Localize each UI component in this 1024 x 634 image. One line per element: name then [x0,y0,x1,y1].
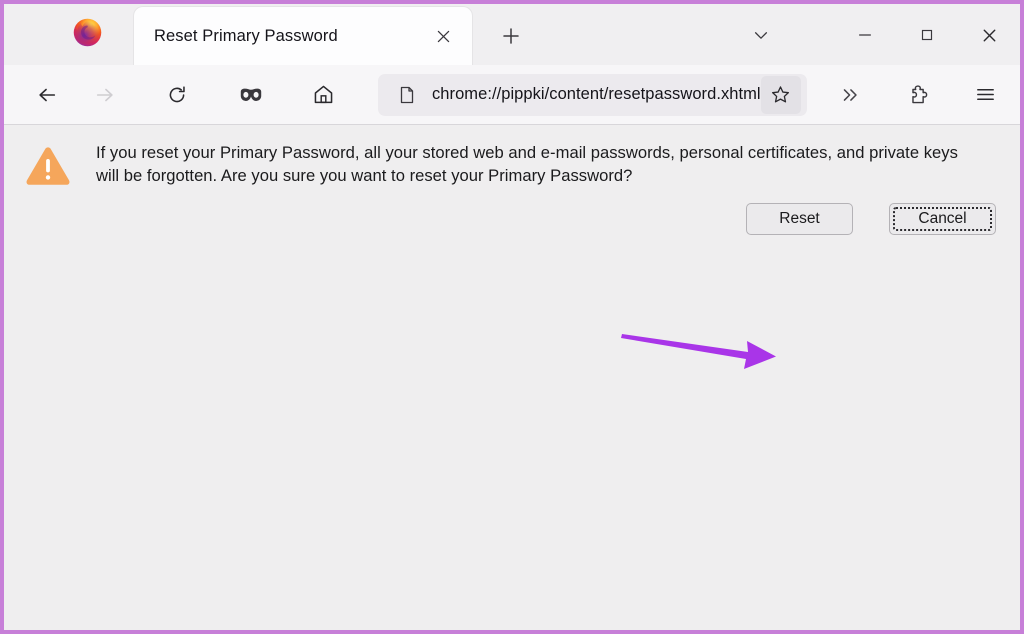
url-text[interactable]: chrome://pippki/content/resetpassword.xh… [432,85,761,104]
url-bar[interactable]: chrome://pippki/content/resetpassword.xh… [378,73,807,116]
tab-reset-primary-password[interactable]: Reset Primary Password [134,7,472,65]
tab-strip: Reset Primary Password [134,3,528,65]
warning-triangle-icon [24,144,72,188]
close-window-button[interactable] [958,4,1020,66]
window-controls [730,4,1020,66]
warning-message: If you reset your Primary Password, all … [96,143,958,185]
page-content: If you reset your Primary Password, all … [4,125,1020,630]
overflow-menu-button[interactable] [829,74,871,116]
privacy-mask-icon[interactable] [230,74,272,116]
back-button[interactable] [26,74,68,116]
puzzle-piece-icon[interactable] [899,74,941,116]
new-tab-button[interactable] [494,19,528,53]
browser-window: Reset Primary Password chrome://pippki/c… [0,0,1024,634]
hamburger-menu-icon[interactable] [965,74,1007,116]
dialog-button-row: Reset Cancel [746,203,996,235]
tab-title: Reset Primary Password [154,26,338,45]
reset-button[interactable]: Reset [746,203,853,235]
firefox-logo-icon [72,17,103,48]
page-document-icon [394,82,420,108]
forward-button [84,74,126,116]
title-bar: Reset Primary Password [4,0,1020,65]
navigation-toolbar: chrome://pippki/content/resetpassword.xh… [4,65,1020,125]
cancel-button[interactable]: Cancel [889,203,996,235]
home-button[interactable] [302,74,344,116]
warning-row: If you reset your Primary Password, all … [4,125,1020,188]
tab-close-icon[interactable] [428,21,458,51]
maximize-button[interactable] [896,4,958,66]
minimize-button[interactable] [834,4,896,66]
purple-arrow-annotation [621,334,776,369]
star-icon[interactable] [760,75,801,114]
reload-button[interactable] [156,74,198,116]
tab-list-button[interactable] [730,4,792,66]
